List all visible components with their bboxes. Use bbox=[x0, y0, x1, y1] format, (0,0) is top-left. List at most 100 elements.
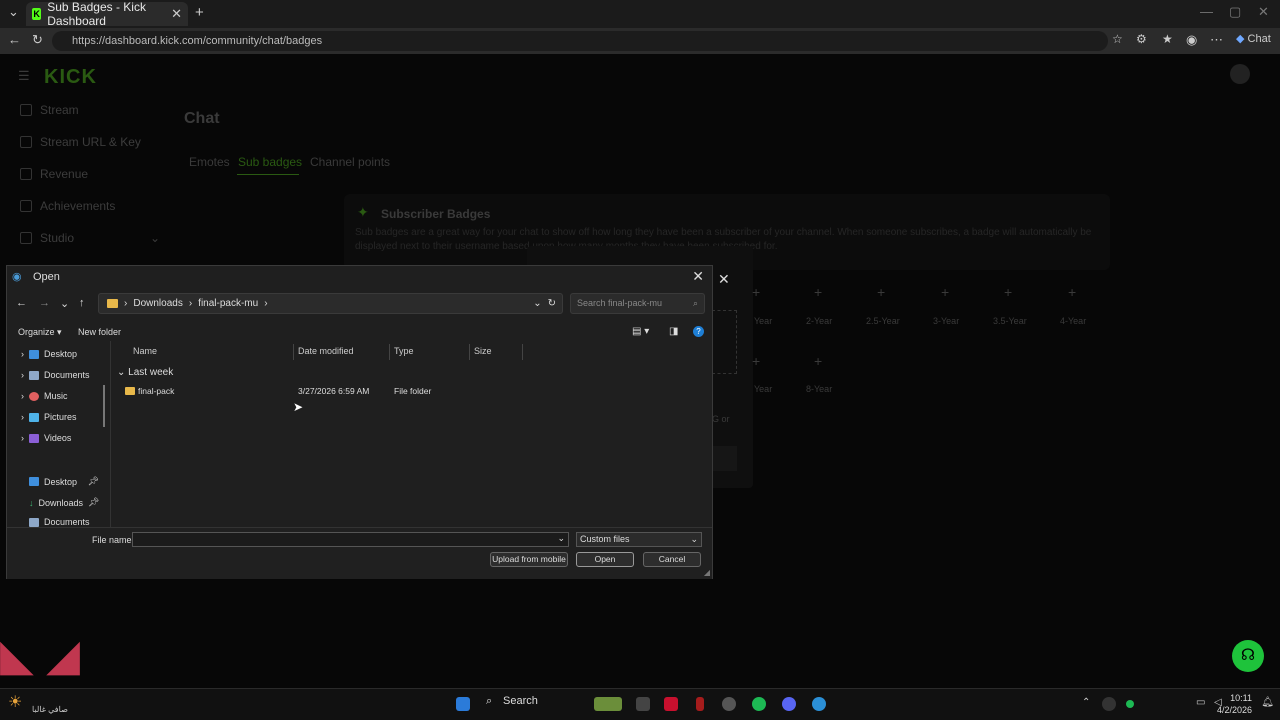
browser-tab[interactable]: K Sub Badges - Kick Dashboard ✕ bbox=[26, 0, 188, 28]
quick-access-documents[interactable]: Documents bbox=[29, 517, 99, 527]
badge-add-icon[interactable]: + bbox=[814, 353, 822, 369]
file-name-input[interactable]: ⌄ bbox=[132, 532, 569, 547]
sidebar-item-stream[interactable]: Stream bbox=[20, 103, 79, 117]
sidebar-item-achievements[interactable]: Achievements bbox=[20, 199, 115, 213]
tray-app-icon[interactable] bbox=[1102, 697, 1116, 711]
nav-item-documents[interactable]: › Documents bbox=[21, 370, 90, 380]
back-icon[interactable]: ← bbox=[8, 32, 21, 47]
column-divider[interactable] bbox=[469, 344, 470, 360]
file-type-select[interactable]: Custom files ⌄ bbox=[576, 532, 702, 547]
discord-icon[interactable] bbox=[782, 697, 796, 711]
tab-channel-points[interactable]: Channel points bbox=[310, 155, 390, 169]
weather-icon[interactable]: ☀ bbox=[8, 692, 22, 712]
new-tab-icon[interactable]: + bbox=[195, 4, 204, 21]
chrome-icon[interactable] bbox=[722, 697, 736, 711]
widgets-icon[interactable] bbox=[594, 697, 622, 711]
organize-menu[interactable]: Organize ▾ bbox=[18, 327, 62, 338]
badge-add-icon[interactable]: + bbox=[941, 284, 949, 300]
profile-avatar[interactable]: ◉ bbox=[1186, 32, 1197, 48]
quick-access-desktop[interactable]: Desktop 📌︎ bbox=[29, 476, 99, 487]
up-folder-icon[interactable]: ↑ bbox=[79, 297, 85, 309]
upload-button[interactable] bbox=[712, 446, 737, 471]
close-window-icon[interactable]: ✕ bbox=[1258, 4, 1269, 20]
sidebar-item-studio[interactable]: Studio ⌄ bbox=[20, 231, 160, 245]
edge-icon[interactable] bbox=[812, 697, 826, 711]
column-size[interactable]: Size bbox=[474, 346, 492, 356]
tray-chevron-icon[interactable]: ⌃ bbox=[1082, 697, 1090, 708]
notification-bell-icon[interactable]: 🔔︎ bbox=[1261, 697, 1274, 708]
upload-dropzone[interactable] bbox=[712, 310, 737, 374]
maximize-icon[interactable]: ▢ bbox=[1229, 4, 1241, 20]
tab-sub-badges[interactable]: Sub badges bbox=[238, 155, 302, 169]
column-name[interactable]: Name bbox=[133, 346, 157, 356]
badge-add-icon[interactable]: + bbox=[1004, 284, 1012, 300]
start-icon[interactable] bbox=[456, 697, 470, 711]
more-menu-icon[interactable]: ⋯ bbox=[1210, 32, 1223, 48]
column-date-modified[interactable]: Date modified bbox=[298, 346, 354, 356]
search-icon[interactable]: ⌕ bbox=[486, 695, 492, 708]
tab-menu-icon[interactable]: ⌄ bbox=[8, 4, 19, 20]
app-icon[interactable] bbox=[696, 697, 704, 711]
column-type[interactable]: Type bbox=[394, 346, 414, 356]
preview-pane-icon[interactable]: ◨ bbox=[669, 326, 678, 337]
tray-status-icon[interactable] bbox=[1126, 700, 1134, 708]
column-divider[interactable] bbox=[522, 344, 523, 360]
refresh-icon[interactable]: ↻ bbox=[32, 32, 43, 48]
favorites-bar-icon[interactable]: ★ bbox=[1162, 32, 1173, 46]
column-divider[interactable] bbox=[293, 344, 294, 360]
tab-emotes[interactable]: Emotes bbox=[189, 155, 230, 169]
badge-add-icon[interactable]: + bbox=[814, 284, 822, 300]
chevron-down-icon: ⌄ bbox=[690, 534, 698, 544]
cancel-button[interactable]: Cancel bbox=[643, 552, 701, 567]
help-icon[interactable]: ? bbox=[693, 326, 704, 337]
minimize-icon[interactable]: — bbox=[1200, 4, 1213, 19]
user-avatar[interactable] bbox=[1230, 64, 1250, 84]
nav-item-desktop[interactable]: › Desktop bbox=[21, 349, 77, 359]
close-tab-icon[interactable]: ✕ bbox=[171, 6, 182, 22]
nav-item-pictures[interactable]: › Pictures bbox=[21, 412, 77, 422]
back-icon[interactable]: ← bbox=[16, 297, 27, 309]
close-icon[interactable]: ✕ bbox=[718, 271, 730, 288]
copilot-chat-button[interactable]: ◆ Chat bbox=[1236, 32, 1271, 45]
sidebar-item-stream-url-key[interactable]: Stream URL & Key bbox=[20, 135, 141, 149]
refresh-icon[interactable]: ↻ bbox=[548, 298, 556, 309]
badge-add-icon[interactable]: + bbox=[752, 353, 760, 369]
task-view-icon[interactable] bbox=[636, 697, 650, 711]
kick-logo[interactable]: KICK bbox=[44, 66, 97, 89]
column-divider[interactable] bbox=[389, 344, 390, 360]
resize-grip-icon[interactable]: ◢ bbox=[704, 568, 710, 577]
forward-icon[interactable]: → bbox=[39, 297, 50, 309]
nav-item-music[interactable]: › Music bbox=[21, 391, 68, 401]
path-dropdown-icon[interactable]: ⌄ bbox=[533, 298, 541, 309]
breadcrumb-final-pack-mu[interactable]: final-pack-mu bbox=[198, 298, 258, 309]
search-input[interactable]: Search final-pack-mu ⌕ bbox=[570, 293, 705, 314]
file-date: 3/27/2026 6:59 AM bbox=[298, 386, 370, 396]
path-breadcrumb[interactable]: › Downloads › final-pack-mu › ⌄ ↻ bbox=[98, 293, 563, 314]
quick-access-downloads[interactable]: ↓ Downloads 📌︎ bbox=[29, 497, 99, 508]
upload-from-mobile-button[interactable]: Upload from mobile bbox=[490, 552, 568, 567]
chevron-down-icon[interactable]: ⌄ bbox=[557, 533, 565, 544]
spotify-icon[interactable] bbox=[752, 697, 766, 711]
badge-add-icon[interactable]: + bbox=[1068, 284, 1076, 300]
taskbar-clock[interactable]: 10:11 4/2/2026 bbox=[1217, 692, 1252, 716]
nav-item-videos[interactable]: › Videos bbox=[21, 433, 71, 443]
url-input[interactable]: https://dashboard.kick.com/community/cha… bbox=[52, 31, 1108, 51]
badge-add-icon[interactable]: + bbox=[877, 284, 885, 300]
taskbar-search[interactable]: Search bbox=[503, 695, 538, 707]
amd-icon[interactable] bbox=[664, 697, 678, 711]
group-header[interactable]: ⌄ Last week bbox=[117, 367, 173, 378]
favorite-icon[interactable]: ☆ bbox=[1112, 32, 1123, 46]
extensions-icon[interactable]: ⚙ bbox=[1136, 32, 1147, 46]
sidebar-item-revenue[interactable]: Revenue bbox=[20, 167, 88, 181]
badge-add-icon[interactable]: + bbox=[752, 284, 760, 300]
network-icon[interactable]: ▭ bbox=[1196, 697, 1205, 708]
recent-locations-icon[interactable]: ⌄ bbox=[60, 297, 69, 310]
open-button[interactable]: Open bbox=[576, 552, 634, 567]
new-folder-button[interactable]: New folder bbox=[78, 327, 121, 337]
view-options-icon[interactable]: ▤ ▾ bbox=[632, 326, 649, 337]
breadcrumb-downloads[interactable]: Downloads bbox=[133, 298, 182, 309]
hamburger-icon[interactable]: ☰ bbox=[18, 68, 30, 84]
close-icon[interactable]: ✕ bbox=[692, 268, 704, 285]
nav-scrollbar[interactable] bbox=[103, 385, 105, 427]
support-chat-button[interactable]: ☊ bbox=[1232, 640, 1264, 672]
